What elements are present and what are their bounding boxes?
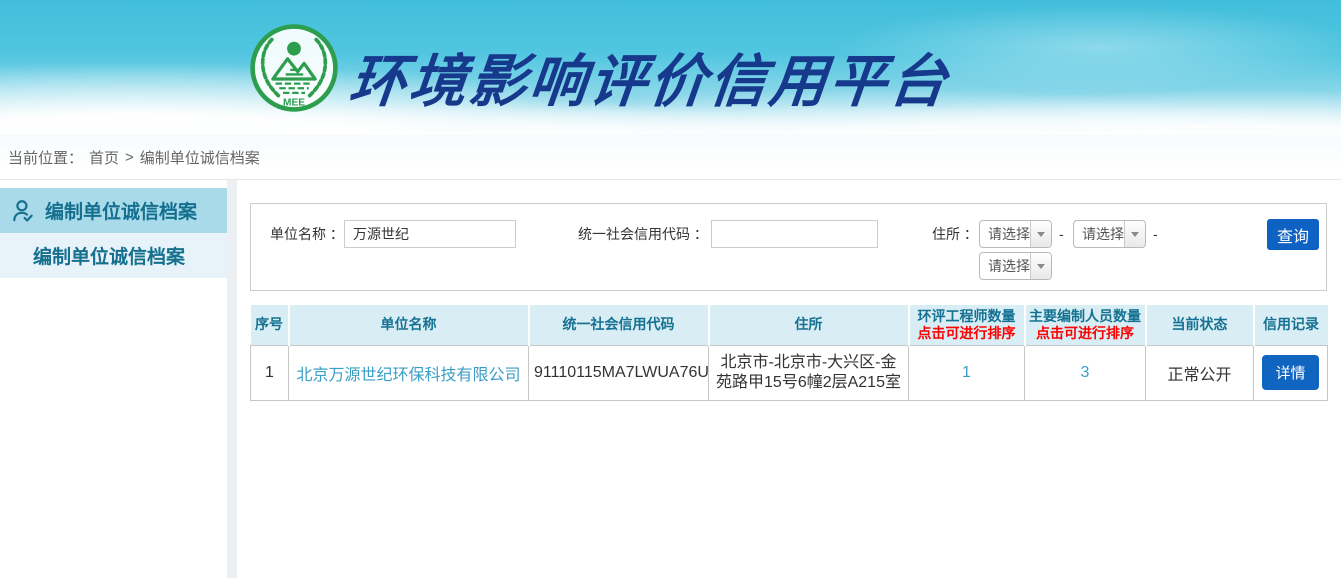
mee-logo-icon: MEE [248,22,340,114]
cell-credit-code: 91110115MA7LWUA76U [529,345,709,400]
table-header-row: 序号 单位名称 统一社会信用代码 住所 环评工程师数量 点击可进行排序 主要编制… [251,305,1328,345]
sidebar-item-label: 编制单位诚信档案 [45,197,197,224]
search-panel: 单位名称 ： 统一社会信用代码 ： 住所 ： 请选择 - 请选择 - 请选择 查… [250,203,1327,291]
company-name-label: 单位名称 ： [270,220,344,248]
engineer-count-link[interactable]: 1 [962,364,971,381]
city-select-value: 请选择 [1074,221,1124,247]
results-table: 序号 单位名称 统一社会信用代码 住所 环评工程师数量 点击可进行排序 主要编制… [250,305,1328,401]
col-header-credit-code: 统一社会信用代码 [529,305,709,345]
chevron-down-icon[interactable] [1030,253,1051,279]
main-content: 单位名称 ： 统一社会信用代码 ： 住所 ： 请选择 - 请选择 - 请选择 查… [237,180,1341,578]
sort-hint: 点击可进行排序 [910,325,1024,341]
col-header-company: 单位名称 [289,305,529,345]
table-row: 1 北京万源世纪环保科技有限公司 91110115MA7LWUA76U 北京市-… [251,345,1328,400]
address-dash-1: - [1059,226,1064,242]
province-select[interactable]: 请选择 [979,220,1052,248]
svg-text:MEE: MEE [283,98,305,109]
chevron-down-icon[interactable] [1124,221,1145,247]
detail-button[interactable]: 详情 [1262,355,1318,390]
sort-hint: 点击可进行排序 [1026,325,1145,341]
col-header-index: 序号 [251,305,289,345]
credit-code-input[interactable] [711,220,878,248]
breadcrumb-separator: > [125,149,134,166]
col-header-address: 住所 [709,305,909,345]
breadcrumb-current: 编制单位诚信档案 [140,147,260,168]
user-check-icon [10,198,36,224]
sidebar-subitem-unit-credit-archive[interactable]: 编制单位诚信档案 [0,233,227,278]
cell-address: 北京市-北京市-大兴区-金苑路甲15号6幢2层A215室 [709,345,909,400]
breadcrumb-prefix: 当前位置： [8,147,83,168]
address-dash-2: - [1153,226,1158,242]
district-select-value: 请选择 [980,253,1030,279]
col-header-credit-record: 信用记录 [1254,305,1328,345]
credit-code-label: 统一社会信用代码 ： [578,220,708,248]
breadcrumb-home-link[interactable]: 首页 [89,147,119,168]
cell-status: 正常公开 [1146,345,1254,400]
site-header: MEE 环境影响评价信用平台 [0,0,1341,135]
district-select[interactable]: 请选择 [979,252,1052,280]
col-header-staff-count-sortable[interactable]: 主要编制人员数量 点击可进行排序 [1025,305,1146,345]
staff-count-link[interactable]: 3 [1081,364,1090,381]
company-name-link[interactable]: 北京万源世纪环保科技有限公司 [296,367,520,384]
col-header-status: 当前状态 [1146,305,1254,345]
province-select-value: 请选择 [980,221,1030,247]
address-label: 住所 ： [932,220,978,248]
site-title: 环境影响评价信用平台 [346,36,955,118]
sidebar-subitem-label: 编制单位诚信档案 [33,242,185,269]
city-select[interactable]: 请选择 [1073,220,1146,248]
chevron-down-icon[interactable] [1030,221,1051,247]
cell-index: 1 [251,345,289,400]
col-header-engineer-count-sortable[interactable]: 环评工程师数量 点击可进行排序 [909,305,1025,345]
sidebar: 编制单位诚信档案 编制单位诚信档案 [0,180,227,578]
company-name-input[interactable] [344,220,516,248]
query-button[interactable]: 查询 [1267,219,1319,250]
sidebar-content-divider [227,180,237,578]
sidebar-item-unit-credit-archive[interactable]: 编制单位诚信档案 [0,188,227,233]
breadcrumb: 当前位置： 首页 > 编制单位诚信档案 [0,135,1341,180]
